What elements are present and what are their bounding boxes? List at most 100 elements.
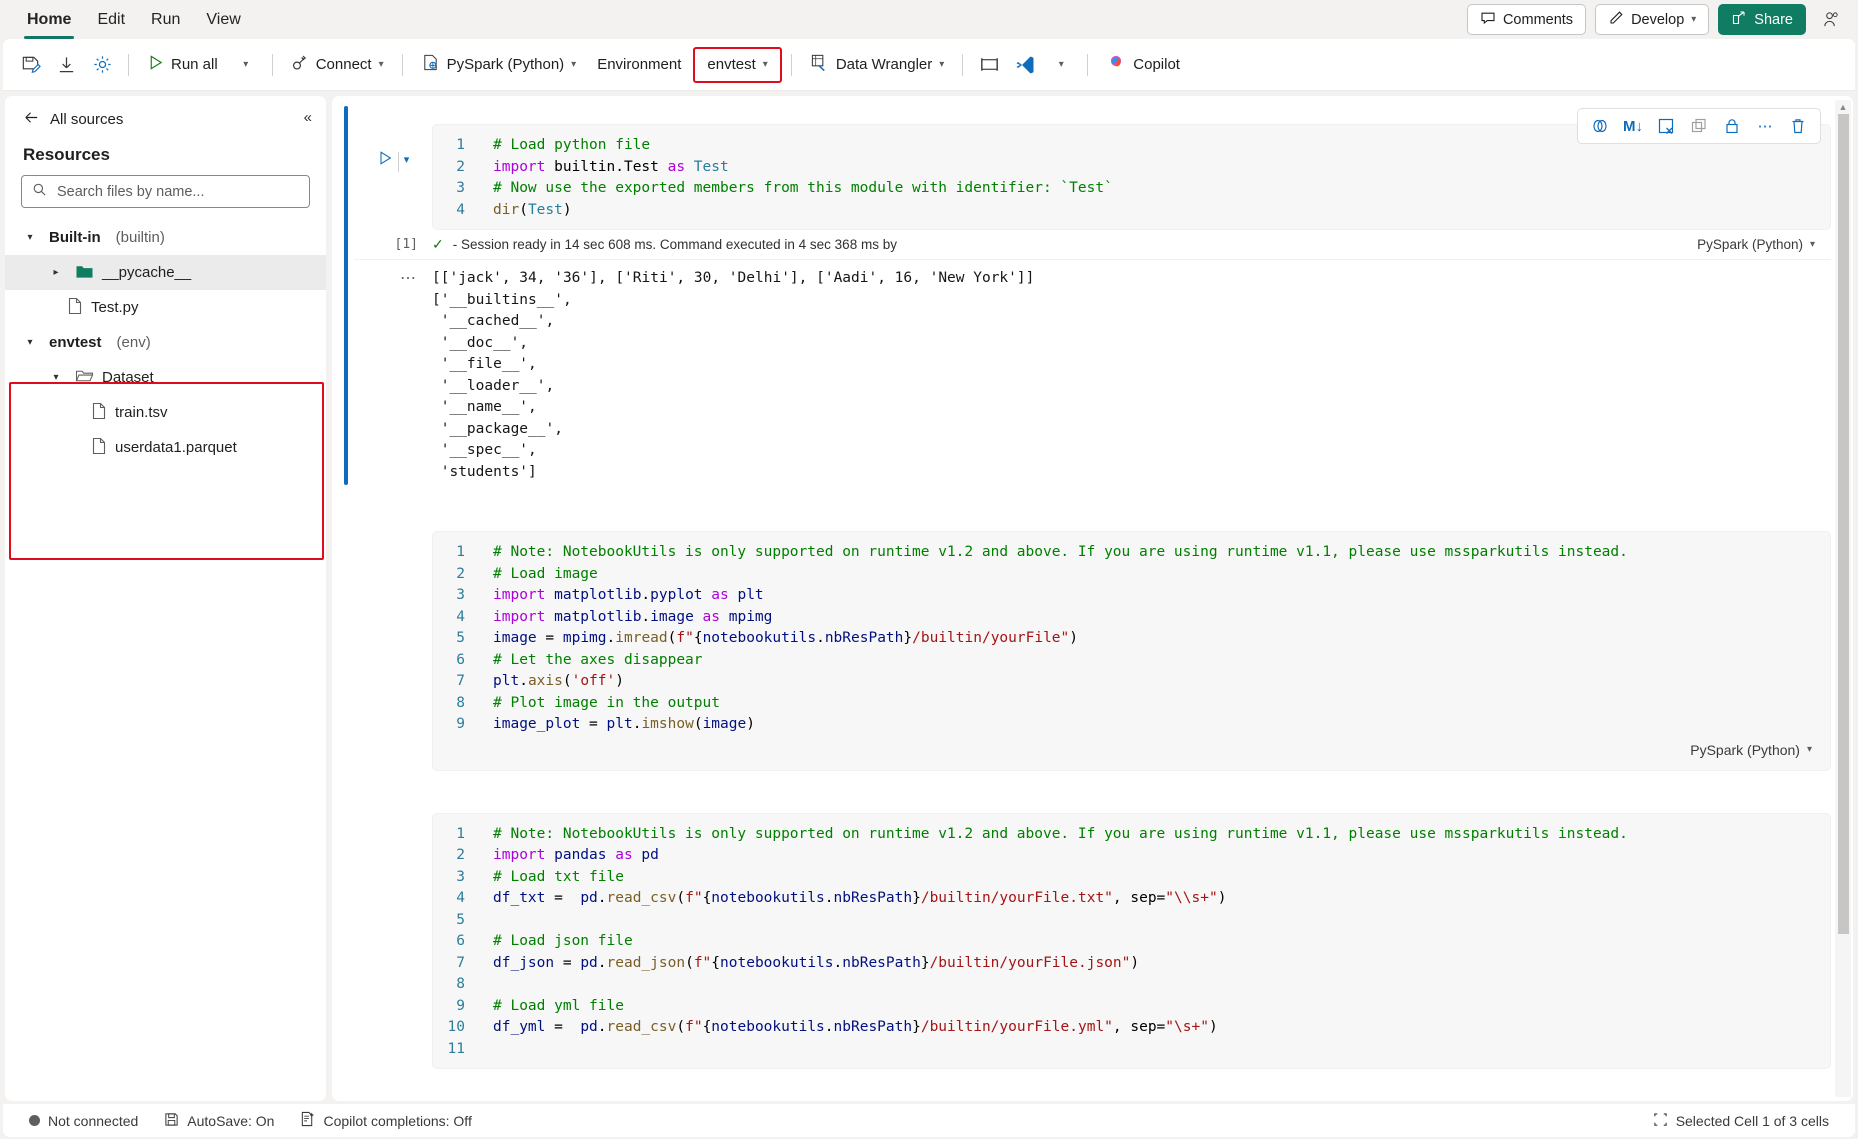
run-cell-icon[interactable] <box>377 150 393 166</box>
code-token: dir <box>493 201 520 218</box>
cell-2-language-selector[interactable]: PySpark (Python) ▾ <box>433 736 1830 762</box>
language-selector[interactable]: PySpark (Python) ▾ <box>412 48 586 82</box>
autosave-status[interactable]: AutoSave: On <box>154 1108 284 1134</box>
cell-language-label: PySpark (Python) <box>1690 741 1800 758</box>
ribbon-tab-run[interactable]: Run <box>138 1 193 39</box>
chevron-down-icon[interactable]: ▾ <box>19 337 41 348</box>
connect-button[interactable]: Connect ▾ <box>282 48 393 82</box>
people-icon[interactable] <box>1815 4 1846 35</box>
scroll-up-icon[interactable]: ▲ <box>1839 100 1848 114</box>
code-token: = <box>536 630 563 646</box>
chevron-down-icon[interactable]: ▾ <box>19 232 41 243</box>
ribbon-tab-home[interactable]: Home <box>14 1 84 39</box>
code-token: notebookutils <box>720 954 834 971</box>
tree-item-label: __pycache__ <box>102 264 192 281</box>
code-token: # Note: NotebookUtils is only supported … <box>493 825 1628 842</box>
cell-1-language-selector[interactable]: PySpark (Python) ▾ <box>1697 237 1831 252</box>
comments-button[interactable]: Comments <box>1466 4 1587 35</box>
code-token: ) <box>615 673 624 689</box>
connection-status[interactable]: Not connected <box>19 1108 148 1134</box>
chevron-down-icon[interactable]: ▾ <box>45 372 67 383</box>
tree-group-envtest[interactable]: ▾ envtest (env) <box>5 325 326 360</box>
develop-button[interactable]: Develop ▾ <box>1595 4 1710 35</box>
code-token: mpimg <box>720 608 773 625</box>
gear-icon[interactable] <box>85 48 119 82</box>
status-bar-right: Selected Cell 1 of 3 cells <box>1643 1108 1839 1134</box>
data-wrangler-button[interactable]: Data Wrangler ▾ <box>801 48 953 82</box>
environment-selector[interactable]: envtest ▾ <box>693 46 782 83</box>
code-token: . <box>597 1019 607 1035</box>
tree-group-sublabel: (env) <box>116 334 151 351</box>
save-edit-icon[interactable] <box>13 48 47 82</box>
line-number: 3 <box>456 587 465 603</box>
share-button[interactable]: Share <box>1718 4 1806 35</box>
scrollbar-thumb[interactable] <box>1837 114 1849 934</box>
all-sources-back-link[interactable]: All sources <box>5 96 326 136</box>
code-token: , sep= <box>1112 1019 1166 1035</box>
tree-folder-dataset[interactable]: ▾ Dataset <box>5 360 326 395</box>
tree-file-testpy[interactable]: Test.py <box>5 290 326 325</box>
clear-output-icon[interactable] <box>1651 112 1681 140</box>
resources-sidebar: All sources « Resources ▾ Built-in (buil… <box>5 96 326 1101</box>
copy-icon[interactable] <box>1684 112 1714 140</box>
execution-count: [1] <box>394 237 418 252</box>
more-options-icon[interactable]: ⋯ <box>1750 112 1780 140</box>
output-more-icon[interactable]: ⋯ <box>354 268 432 483</box>
notebook-cell-1[interactable]: ▾ 1 # Load python file 2 import builtin.Te… <box>332 96 1853 489</box>
code-token: plt <box>606 716 633 732</box>
chevron-down-icon: ▾ <box>378 59 384 70</box>
code-token: ) <box>1217 890 1227 906</box>
markdown-icon[interactable]: M↓ <box>1618 112 1648 140</box>
output-text: [['jack', 34, '36'], ['Riti', 30, 'Delhi… <box>432 270 1035 480</box>
vscode-dropdown[interactable]: ▾ <box>1044 48 1078 82</box>
code-token: plt <box>728 587 764 603</box>
tree-group-builtin[interactable]: ▾ Built-in (builtin) <box>5 220 326 255</box>
chevron-down-icon: ▾ <box>762 59 768 70</box>
cell-2-editor[interactable]: 1 # Note: NotebookUtils is only supported… <box>432 531 1831 771</box>
copilot-completions-status[interactable]: Copilot completions: Off <box>290 1108 481 1134</box>
cell-3-editor[interactable]: 1 # Note: NotebookUtils is only supported… <box>432 812 1831 1069</box>
line-number: 11 <box>447 1040 465 1057</box>
lock-icon[interactable] <box>1717 112 1747 140</box>
code-token: # Load image <box>493 565 598 582</box>
chevron-right-icon[interactable]: ▸ <box>45 267 67 278</box>
search-input[interactable] <box>55 182 299 201</box>
code-token: notebookutils <box>711 1019 825 1035</box>
tree-item-label: Test.py <box>91 299 139 316</box>
chevron-down-icon: ▾ <box>939 59 945 70</box>
chevron-down-icon[interactable]: ▾ <box>404 153 410 166</box>
chevron-double-left-icon[interactable]: « <box>304 110 312 125</box>
search-box[interactable] <box>21 175 310 208</box>
code-token: as <box>711 587 729 603</box>
code-token: ( <box>562 673 572 689</box>
vscode-icon[interactable] <box>1008 48 1042 82</box>
tree-file-userdata1-parquet[interactable]: userdata1.parquet <box>5 430 326 465</box>
delete-icon[interactable] <box>1783 112 1813 140</box>
cell-selection-status[interactable]: Selected Cell 1 of 3 cells <box>1643 1108 1839 1134</box>
tree-file-train-tsv[interactable]: train.tsv <box>5 395 326 430</box>
notebook-cell-3[interactable]: 1 # Note: NotebookUtils is only supported… <box>332 771 1853 1069</box>
layout-icon[interactable] <box>972 48 1006 82</box>
download-icon[interactable] <box>49 48 83 82</box>
line-number: 1 <box>456 137 465 153</box>
code-token: import <box>493 158 546 175</box>
notebook-scrollbar[interactable]: ▲ <box>1835 100 1851 1097</box>
line-number: 6 <box>456 651 465 668</box>
copilot-icon <box>1106 53 1126 77</box>
ribbon-tab-view[interactable]: View <box>193 1 253 39</box>
data-wrangler-icon <box>810 53 829 76</box>
code-toggle-icon[interactable] <box>1585 112 1615 140</box>
notebook-cell-2[interactable]: 1 # Note: NotebookUtils is only supported… <box>332 489 1853 771</box>
code-token: "\s+" <box>1165 1019 1209 1035</box>
comment-icon <box>1480 10 1496 30</box>
status-bar: Not connected AutoSave: On Copilot compl… <box>3 1104 1855 1137</box>
tree-folder-pycache[interactable]: ▸ __pycache__ <box>5 255 326 290</box>
line-number: 4 <box>456 201 465 218</box>
run-all-button[interactable]: Run all <box>138 48 227 82</box>
ribbon-tab-strip: Home Edit Run View Comments Develop ▾ Sh… <box>0 0 1858 39</box>
run-all-dropdown[interactable]: ▾ <box>229 48 263 82</box>
notebook-scroll-area: ▾ 1 # Load python file 2 import builtin.Te… <box>332 96 1853 1101</box>
code-token: image <box>493 630 537 646</box>
ribbon-tab-edit[interactable]: Edit <box>84 1 138 39</box>
copilot-button[interactable]: Copilot <box>1097 48 1189 82</box>
